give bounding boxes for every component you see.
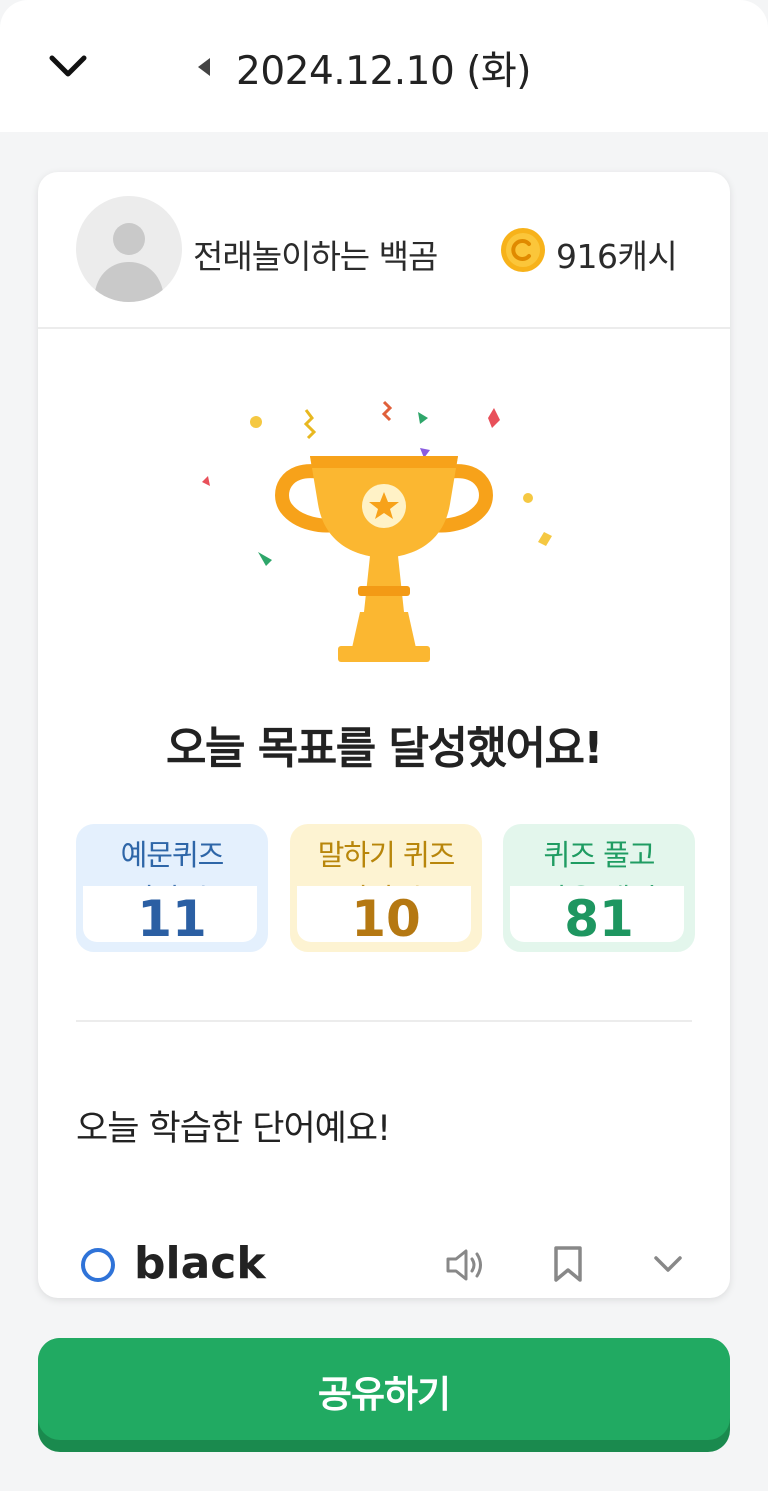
words-title: 오늘 학습한 단어예요!: [76, 1109, 391, 1149]
coin-icon: [501, 228, 545, 272]
result-card: 전래놀이하는 백곰 916캐시 오늘 목표를 달성했어요! 예문퀴즈 김장 수: [38, 172, 730, 1298]
stat-label: 예문퀴즈: [120, 838, 225, 872]
share-button[interactable]: 공유하기: [38, 1338, 730, 1452]
user-avatar-icon: [94, 223, 164, 302]
word-row[interactable]: black: [38, 1232, 730, 1298]
speaker-icon[interactable]: [444, 1247, 488, 1283]
nickname: 전래놀이하는 백곰: [193, 237, 438, 276]
bookmark-icon[interactable]: [550, 1244, 586, 1284]
chevron-down-icon[interactable]: [650, 1250, 686, 1280]
circle-correct-icon: [81, 1248, 115, 1282]
stat-speaking-quiz: 말하기 퀴즈 김장 수 10: [290, 824, 482, 952]
stat-value: 11: [137, 890, 207, 948]
stat-example-quiz: 예문퀴즈 김장 수 11: [76, 824, 268, 952]
chevron-down-icon[interactable]: [44, 44, 92, 88]
cash-balance: 916캐시: [556, 237, 678, 276]
caret-left-icon[interactable]: [194, 54, 216, 80]
stat-label: 말하기 퀴즈: [317, 838, 456, 872]
word-text: black: [134, 1238, 266, 1289]
divider: [76, 1020, 692, 1022]
avatar: [76, 196, 182, 302]
profile-row: 전래놀이하는 백곰 916캐시: [38, 172, 730, 329]
trophy-icon: [202, 400, 552, 662]
goal-title: 오늘 목표를 달성했어요!: [165, 723, 604, 774]
stat-quiz-cash: 퀴즈 풀고 받은 캐시 81: [503, 824, 695, 952]
top-bar: 2024.12.10 (화): [0, 0, 768, 132]
stat-value: 10: [351, 890, 421, 948]
date-title: 2024.12.10 (화): [236, 49, 532, 94]
stat-value: 81: [564, 890, 634, 948]
stat-label: 퀴즈 풀고: [543, 838, 656, 872]
share-button-label: 공유하기: [317, 1373, 451, 1416]
